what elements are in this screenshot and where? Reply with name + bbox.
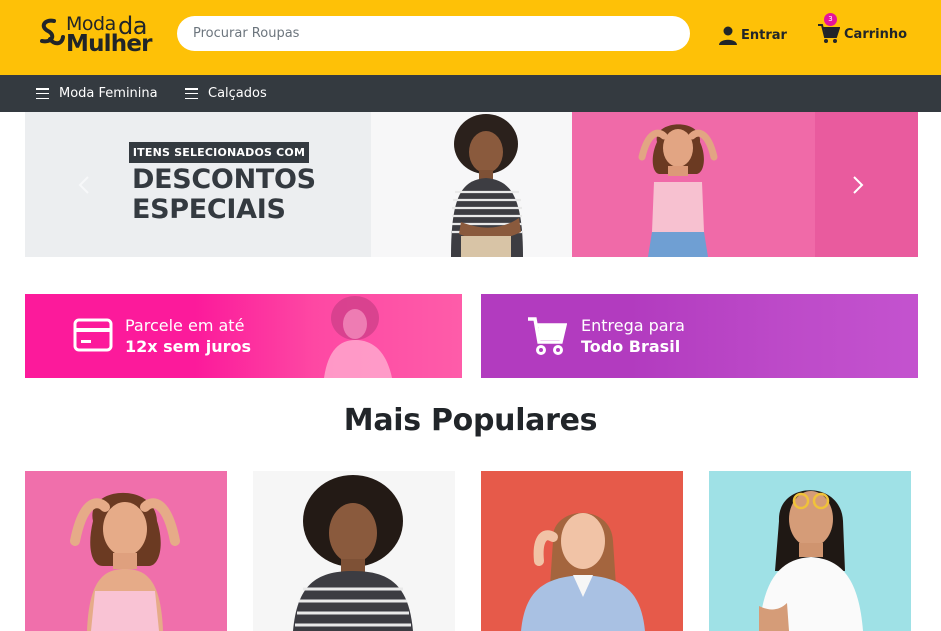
woman-photo: [638, 124, 718, 257]
carousel-headline: DESCONTOS ESPECIAIS: [132, 165, 332, 225]
carousel-headline-line2: ESPECIAIS: [132, 194, 286, 225]
woman-photo: [451, 114, 523, 257]
carousel-chip: ITENS SELECIONADOS COM: [129, 142, 309, 163]
cart-label: Carrinho: [844, 26, 908, 42]
product-image: [293, 475, 413, 631]
logo-text-mulher: Mulher: [66, 31, 152, 57]
product-card[interactable]: [253, 471, 455, 631]
login-label: Entrar: [741, 27, 787, 43]
cart-icon: [818, 24, 840, 43]
product-card[interactable]: [25, 471, 227, 631]
hero-carousel[interactable]: ITENS SELECIONADOS COM DESCONTOS ESPECIA…: [25, 112, 918, 257]
shopping-cart-icon: [528, 317, 567, 355]
category-navbar: Moda Feminina Calçados: [0, 75, 941, 112]
product-image: [521, 512, 645, 631]
site-header: Moda da Mulher Entrar 3 Carrinho: [0, 0, 941, 75]
carousel-slide-edge: [815, 112, 918, 257]
logo-mark-icon: [40, 18, 65, 46]
menu-icon: [36, 88, 49, 99]
carousel-next-button[interactable]: [851, 175, 865, 195]
carousel-headline-line1: DESCONTOS: [132, 164, 316, 195]
section-title: Mais Populares: [343, 403, 598, 438]
nav-item-label: Calçados: [208, 86, 267, 101]
woman-photo: [324, 296, 392, 378]
shipping-banner[interactable]: Entrega para Todo Brasil: [481, 294, 918, 378]
search-input[interactable]: [177, 16, 690, 51]
cart-button[interactable]: 3 Carrinho: [818, 13, 908, 46]
product-image: [759, 490, 863, 631]
chevron-left-icon: [78, 176, 89, 194]
banner-line2: 12x sem juros: [125, 337, 252, 356]
chevron-right-icon: [853, 176, 864, 194]
product-card[interactable]: [481, 471, 683, 631]
product-image: [70, 492, 180, 631]
product-card[interactable]: [709, 471, 911, 631]
login-button[interactable]: Entrar: [719, 24, 787, 46]
menu-icon: [185, 88, 198, 99]
nav-item-moda-feminina[interactable]: Moda Feminina: [36, 75, 158, 112]
cart-count-badge: 3: [824, 13, 837, 26]
logo[interactable]: Moda da Mulher: [36, 12, 156, 57]
installments-banner[interactable]: Parcele em até 12x sem juros: [25, 294, 462, 378]
user-icon: [719, 26, 737, 45]
banner-line2: Todo Brasil: [581, 337, 681, 356]
nav-item-calcados[interactable]: Calçados: [185, 75, 267, 112]
banner-line1: Entrega para: [581, 316, 685, 335]
credit-card-icon: [73, 318, 113, 352]
banner-photo-overlay: [631, 294, 918, 378]
carousel-slide-photo-1: [371, 112, 572, 257]
carousel-prev-button[interactable]: [77, 175, 91, 195]
nav-item-label: Moda Feminina: [59, 86, 158, 101]
banner-line1: Parcele em até: [125, 316, 245, 335]
